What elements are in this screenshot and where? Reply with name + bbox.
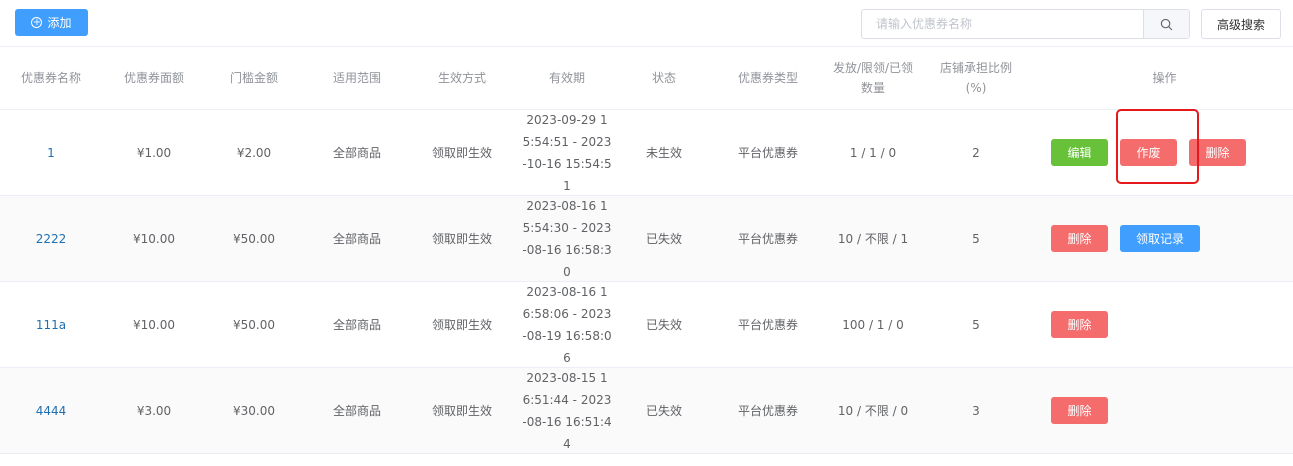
header-store-ratio: 店铺承担比例 (%) xyxy=(939,61,1012,95)
validity-period: 2023-08-15 16:51:44 - 2023-08-16 16:51:4… xyxy=(512,368,622,453)
effect-mode: 领取即生效 xyxy=(431,404,492,418)
validity-period: 2023-08-16 15:54:30 - 2023-08-16 16:58:3… xyxy=(512,196,622,281)
search-icon xyxy=(1160,18,1173,30)
coupon-type: 平台优惠券 xyxy=(737,404,798,418)
toolbar: + 添加 高级搜索 xyxy=(0,0,1293,46)
threshold-amount: ¥2.00 xyxy=(236,145,272,160)
coupon-search-input[interactable] xyxy=(862,10,1143,38)
edit-button[interactable]: 编辑 xyxy=(1051,139,1108,166)
store-ratio: 2 xyxy=(972,145,980,160)
plus-circle-icon: + xyxy=(31,16,43,28)
coupon-type: 平台优惠券 xyxy=(737,232,798,246)
header-threshold: 门槛金额 xyxy=(229,71,278,85)
scope: 全部商品 xyxy=(332,146,381,160)
table-row: 1 ¥1.00 ¥2.00 全部商品 领取即生效 2023-09-29 15:5… xyxy=(0,110,1293,196)
table-header: 优惠券名称 优惠券面额 门槛金额 适用范围 生效方式 有效期 状态 优惠券类型 … xyxy=(0,46,1293,110)
table-row: 111a ¥10.00 ¥50.00 全部商品 领取即生效 2023-08-16… xyxy=(0,282,1293,368)
store-ratio: 5 xyxy=(972,317,980,332)
quantity: 10 / 不限 / 1 xyxy=(837,232,909,246)
validity-period-text: 2023-08-16 15:54:30 - 2023-08-16 16:58:3… xyxy=(522,198,612,279)
status: 未生效 xyxy=(645,146,682,160)
coupon-amount: ¥10.00 xyxy=(133,317,175,332)
add-coupon-button[interactable]: + 添加 xyxy=(15,9,88,36)
threshold-amount: ¥50.00 xyxy=(233,231,275,246)
delete-button[interactable]: 删除 xyxy=(1051,397,1108,424)
coupon-name-link[interactable]: 2222 xyxy=(0,196,102,281)
claim-records-button[interactable]: 领取记录 xyxy=(1120,225,1200,252)
threshold-amount: ¥50.00 xyxy=(233,317,275,332)
delete-button[interactable]: 删除 xyxy=(1051,225,1108,252)
store-ratio: 3 xyxy=(972,403,980,418)
table-row: 4444 ¥3.00 ¥30.00 全部商品 领取即生效 2023-08-15 … xyxy=(0,368,1293,454)
status: 已失效 xyxy=(645,404,682,418)
status: 已失效 xyxy=(645,318,682,332)
store-ratio: 5 xyxy=(972,231,980,246)
header-coupon-amount: 优惠券面额 xyxy=(123,71,184,85)
validity-period: 2023-09-29 15:54:51 - 2023-10-16 15:54:5… xyxy=(512,110,622,195)
actions-cell: 删除 xyxy=(1036,368,1293,453)
header-validity-period: 有效期 xyxy=(548,71,585,85)
actions-cell: 编辑 作废 删除 xyxy=(1036,110,1293,195)
delete-button[interactable]: 删除 xyxy=(1189,139,1246,166)
coupon-name-link[interactable]: 111a xyxy=(0,282,102,367)
table-row: 2222 ¥10.00 ¥50.00 全部商品 领取即生效 2023-08-16… xyxy=(0,196,1293,282)
effect-mode: 领取即生效 xyxy=(431,146,492,160)
coupon-table: 优惠券名称 优惠券面额 门槛金额 适用范围 生效方式 有效期 状态 优惠券类型 … xyxy=(0,46,1293,454)
validity-period: 2023-08-16 16:58:06 - 2023-08-19 16:58:0… xyxy=(512,282,622,367)
scope: 全部商品 xyxy=(332,404,381,418)
effect-mode: 领取即生效 xyxy=(431,318,492,332)
scope: 全部商品 xyxy=(332,318,381,332)
header-coupon-type: 优惠券类型 xyxy=(737,71,798,85)
coupon-type: 平台优惠券 xyxy=(737,146,798,160)
quantity: 100 / 1 / 0 xyxy=(842,317,904,332)
validity-period-text: 2023-08-16 16:58:06 - 2023-08-19 16:58:0… xyxy=(522,284,612,365)
threshold-amount: ¥30.00 xyxy=(233,403,275,418)
actions-cell: 删除 领取记录 xyxy=(1036,196,1293,281)
actions-cell: 删除 xyxy=(1036,282,1293,367)
header-status: 状态 xyxy=(651,71,676,85)
coupon-type: 平台优惠券 xyxy=(737,318,798,332)
validity-period-text: 2023-08-15 16:51:44 - 2023-08-16 16:51:4… xyxy=(522,370,612,451)
delete-button[interactable]: 删除 xyxy=(1051,311,1108,338)
validity-period-text: 2023-09-29 15:54:51 - 2023-10-16 15:54:5… xyxy=(522,112,612,193)
search-box xyxy=(861,9,1190,39)
coupon-name-link[interactable]: 4444 xyxy=(0,368,102,453)
void-button[interactable]: 作废 xyxy=(1120,139,1177,166)
advanced-search-button[interactable]: 高级搜索 xyxy=(1201,9,1281,39)
header-scope: 适用范围 xyxy=(332,71,381,85)
header-actions: 操作 xyxy=(1152,71,1177,85)
coupon-amount: ¥1.00 xyxy=(136,145,172,160)
add-button-label: 添加 xyxy=(47,16,72,30)
header-quantity: 发放/限领/已领 数量 xyxy=(832,61,914,95)
coupon-amount: ¥10.00 xyxy=(133,231,175,246)
quantity: 10 / 不限 / 0 xyxy=(837,404,909,418)
header-effect-mode: 生效方式 xyxy=(437,71,486,85)
effect-mode: 领取即生效 xyxy=(431,232,492,246)
coupon-name-link[interactable]: 1 xyxy=(0,110,102,195)
header-coupon-name: 优惠券名称 xyxy=(20,71,81,85)
quantity: 1 / 1 / 0 xyxy=(849,145,897,160)
coupon-amount: ¥3.00 xyxy=(136,403,172,418)
search-button[interactable] xyxy=(1143,10,1189,38)
scope: 全部商品 xyxy=(332,232,381,246)
status: 已失效 xyxy=(645,232,682,246)
